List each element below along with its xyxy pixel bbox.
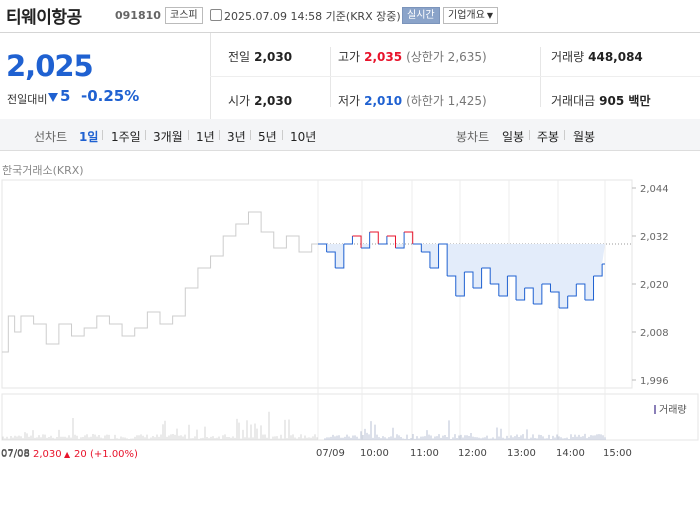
today-line-segment	[343, 236, 353, 245]
today-line-segment	[369, 231, 379, 244]
company-info-label: 기업개요	[448, 10, 485, 21]
prev-day-price: 2,030	[33, 449, 62, 460]
market-badge: 코스피	[165, 7, 203, 24]
x-tick-label: 13:00	[507, 448, 536, 459]
tab-3m[interactable]: 3개월	[153, 128, 183, 145]
tab-1w[interactable]: 1주일	[111, 128, 141, 145]
tab-daily-candle[interactable]: 일봉	[502, 128, 524, 145]
chevron-down-icon: ▼	[486, 11, 493, 20]
low-price: 저가 2,010 (하한가 1,425)	[338, 94, 487, 108]
prev-day-line	[2, 211, 318, 353]
company-info-dropdown[interactable]: 기업개요 ▼	[443, 7, 498, 24]
today-line-segment	[541, 283, 551, 292]
x-tick-label: 15:00	[603, 448, 632, 459]
today-line-segment	[576, 283, 586, 300]
tab-1y[interactable]: 1년	[196, 128, 215, 145]
volume-legend: 거래량	[659, 404, 687, 416]
tab-10y[interactable]: 10년	[290, 128, 316, 145]
y-tick-label: 1,996	[640, 376, 669, 387]
today-line-segment	[447, 275, 457, 296]
chart-grid	[1, 179, 699, 441]
line-chart-label: 선차트	[34, 130, 68, 144]
prev-day-rate: (+1.00%)	[90, 449, 138, 460]
today-line-segment	[481, 267, 491, 284]
tab-3y[interactable]: 3년	[227, 128, 246, 145]
tab-5y[interactable]: 5년	[258, 128, 277, 145]
change-value: 5	[60, 87, 71, 105]
x-tick-label: 14:00	[556, 448, 585, 459]
quote-datetime: 2025.07.09 14:58 기준(KRX 장중)	[224, 10, 401, 23]
prev-close: 전일 2,030	[228, 50, 293, 64]
price-series	[2, 211, 632, 353]
stock-name: 티웨이항공	[6, 8, 82, 28]
current-price: 2,025	[6, 49, 94, 83]
below-reference-fill	[318, 244, 605, 308]
today-line-segment	[464, 271, 474, 288]
up-arrow-icon: ▲	[64, 450, 71, 459]
change-rate: -0.25%	[81, 87, 140, 105]
today-line-segment	[386, 235, 396, 248]
x-tick-label: 07/09	[316, 448, 345, 459]
clock-icon	[210, 9, 222, 21]
y-tick-label: 2,020	[640, 280, 669, 291]
y-tick-label: 2,044	[640, 184, 669, 195]
x-tick-label: 10:00	[360, 448, 389, 459]
x-tick-label: 12:00	[458, 448, 487, 459]
change-label: 전일대비	[7, 93, 48, 106]
high-price: 고가 2,035 (상한가 2,635)	[338, 50, 487, 64]
today-line-segment	[490, 283, 500, 296]
today-line-segment	[326, 251, 336, 268]
today-line-segment	[318, 243, 328, 252]
volume-frame	[1, 393, 699, 441]
tab-1d[interactable]: 1일	[79, 128, 98, 145]
prev-day-change: 20	[74, 449, 87, 460]
y-tick-label: 2,032	[640, 232, 669, 243]
today-line-segment	[524, 287, 534, 304]
today-line-segment	[404, 231, 414, 244]
today-line-segment	[412, 243, 422, 252]
volume-legend-swatch	[654, 405, 656, 414]
candle-chart-label: 봉차트	[456, 130, 490, 144]
price-chart[interactable]: 2,044 2,032 2,020 2,008 1,996 07/08 07/09 10:0…	[0, 160, 700, 515]
tab-monthly-candle[interactable]: 월봉	[573, 128, 595, 145]
today-line-segment	[352, 235, 362, 248]
y-axis: 2,044 2,032 2,020 2,008 1,996	[640, 184, 669, 387]
down-arrow-icon	[48, 93, 58, 102]
chart-tab-bar: 선차트 1일 1주일 3개월 1년 3년 5년 10년 봉차트 일봉 주봉 월봉	[0, 119, 700, 151]
prev-day-date: 07/08	[1, 449, 30, 460]
x-tick-label: 11:00	[410, 448, 439, 459]
today-line-segment	[421, 251, 431, 268]
today-line-segment	[378, 236, 388, 245]
current-price-panel: 2,025 전일대비 5 -0.25%	[0, 33, 211, 119]
realtime-button[interactable]: 실시간	[402, 7, 440, 24]
tab-weekly-candle[interactable]: 주봉	[537, 128, 559, 145]
price-summary: 2,025 전일대비 5 -0.25% 전일 2,030 고가 2,035 (상한가 …	[0, 32, 700, 120]
stock-code: 091810	[115, 9, 161, 22]
volume-chart	[2, 411, 606, 440]
trade-amount: 거래대금 905 백만	[551, 94, 651, 108]
volume: 거래량 448,084	[551, 50, 643, 64]
y-tick-label: 2,008	[640, 328, 669, 339]
stock-header: 티웨이항공 091810 코스피 2025.07.09 14:58 기준(KRX…	[0, 0, 700, 32]
today-line-segment	[438, 243, 448, 276]
open-price: 시가 2,030	[228, 94, 293, 108]
